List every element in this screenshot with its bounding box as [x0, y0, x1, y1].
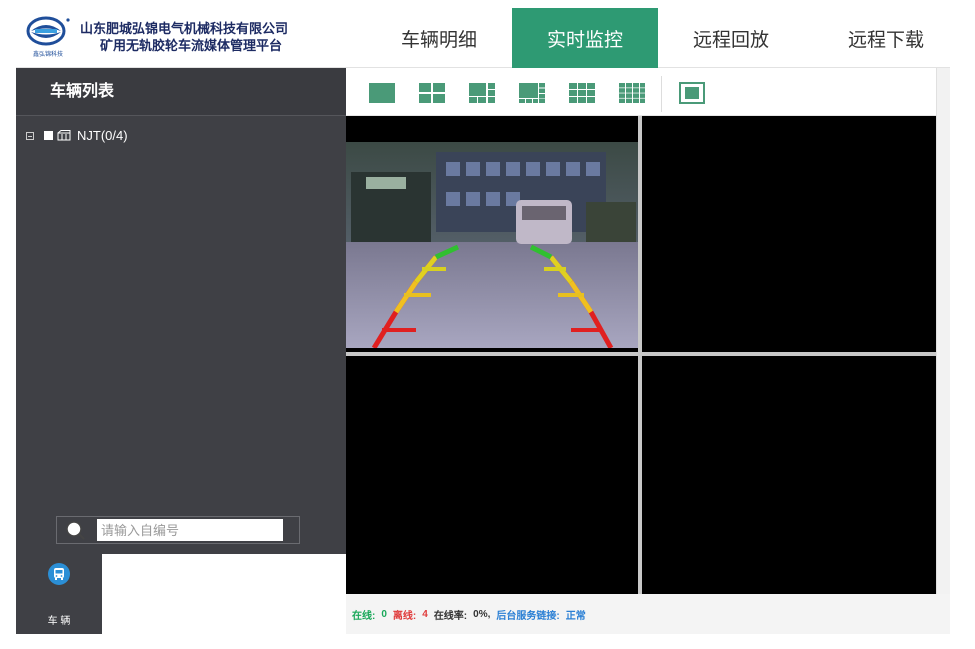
layout-8-icon[interactable]: [518, 82, 546, 104]
tree-checkbox[interactable]: [44, 131, 53, 140]
camera-feed: [346, 142, 638, 348]
search-icon[interactable]: [63, 520, 89, 540]
company-line-1: 山东肥城弘锦电气机械科技有限公司: [80, 21, 289, 36]
online-rate-value: 0%,: [473, 608, 491, 620]
tab-remote-download[interactable]: 远程下载: [804, 8, 924, 68]
sidebar-title: 车辆列表: [16, 68, 346, 116]
tree-item-njt[interactable]: NJT(0/4): [26, 128, 128, 143]
video-grid: [346, 116, 936, 594]
layout-16-icon[interactable]: [618, 82, 646, 104]
video-cell-3[interactable]: [346, 356, 638, 594]
offline-label: 离线:: [392, 610, 417, 622]
logo-text: 鑫弘锦科技: [32, 52, 63, 58]
layout-1-icon[interactable]: [368, 82, 396, 104]
header: 鑫弘锦科技 山东肥城弘锦电气机械科技有限公司 矿用无轨胶轮车流媒体管理平台 车辆…: [16, 8, 950, 68]
search-input[interactable]: [97, 519, 283, 541]
offline-count: 4: [422, 608, 428, 620]
service-link-status: 正常: [565, 610, 586, 622]
app-frame: 鑫弘锦科技 山东肥城弘锦电气机械科技有限公司 矿用无轨胶轮车流媒体管理平台 车辆…: [16, 8, 950, 634]
search-box: [56, 516, 300, 544]
video-cell-4[interactable]: [642, 356, 936, 594]
building-icon: [57, 130, 71, 141]
bus-icon: [48, 563, 70, 585]
tab-vehicle-details[interactable]: 车辆明细: [366, 8, 512, 68]
toolbar-divider: [661, 76, 662, 112]
bottom-nav-vehicles[interactable]: 车 辆: [16, 554, 102, 634]
layout-4-icon[interactable]: [418, 82, 446, 104]
bottom-nav-label: 车 辆: [47, 616, 71, 627]
company-name: 山东肥城弘锦电气机械科技有限公司 矿用无轨胶轮车流媒体管理平台: [80, 20, 288, 54]
company-logo: 鑫弘锦科技: [22, 16, 74, 60]
service-link-label: 后台服务链接:: [496, 610, 560, 622]
layout-6-icon[interactable]: [468, 82, 496, 104]
tree-item-label: NJT(0/4): [77, 128, 128, 143]
expand-icon[interactable]: [26, 131, 34, 140]
company-line-2: 矿用无轨胶轮车流媒体管理平台: [100, 38, 283, 53]
video-cell-2[interactable]: [642, 116, 936, 352]
sidebar: 车辆列表 NJT(0/4): [16, 68, 346, 554]
video-cell-1[interactable]: [346, 116, 638, 352]
tab-remote-playback[interactable]: 远程回放: [658, 8, 804, 68]
tab-live-monitor[interactable]: 实时监控: [512, 8, 658, 68]
logo-icon: [26, 16, 70, 46]
main-nav: 车辆明细 实时监控 远程回放 远程下载: [366, 8, 924, 68]
online-label: 在线:: [352, 610, 376, 622]
online-rate-label: 在线率:: [433, 610, 468, 622]
layout-9-icon[interactable]: [568, 82, 596, 104]
vertical-scrollbar[interactable]: [936, 68, 950, 594]
fullscreen-icon[interactable]: [678, 82, 706, 104]
layout-toolbar: [346, 68, 950, 116]
online-count: 0: [381, 608, 387, 620]
status-bar: 在线: 0 离线: 4 在线率: 0%, 后台服务链接: 正常: [346, 594, 950, 634]
